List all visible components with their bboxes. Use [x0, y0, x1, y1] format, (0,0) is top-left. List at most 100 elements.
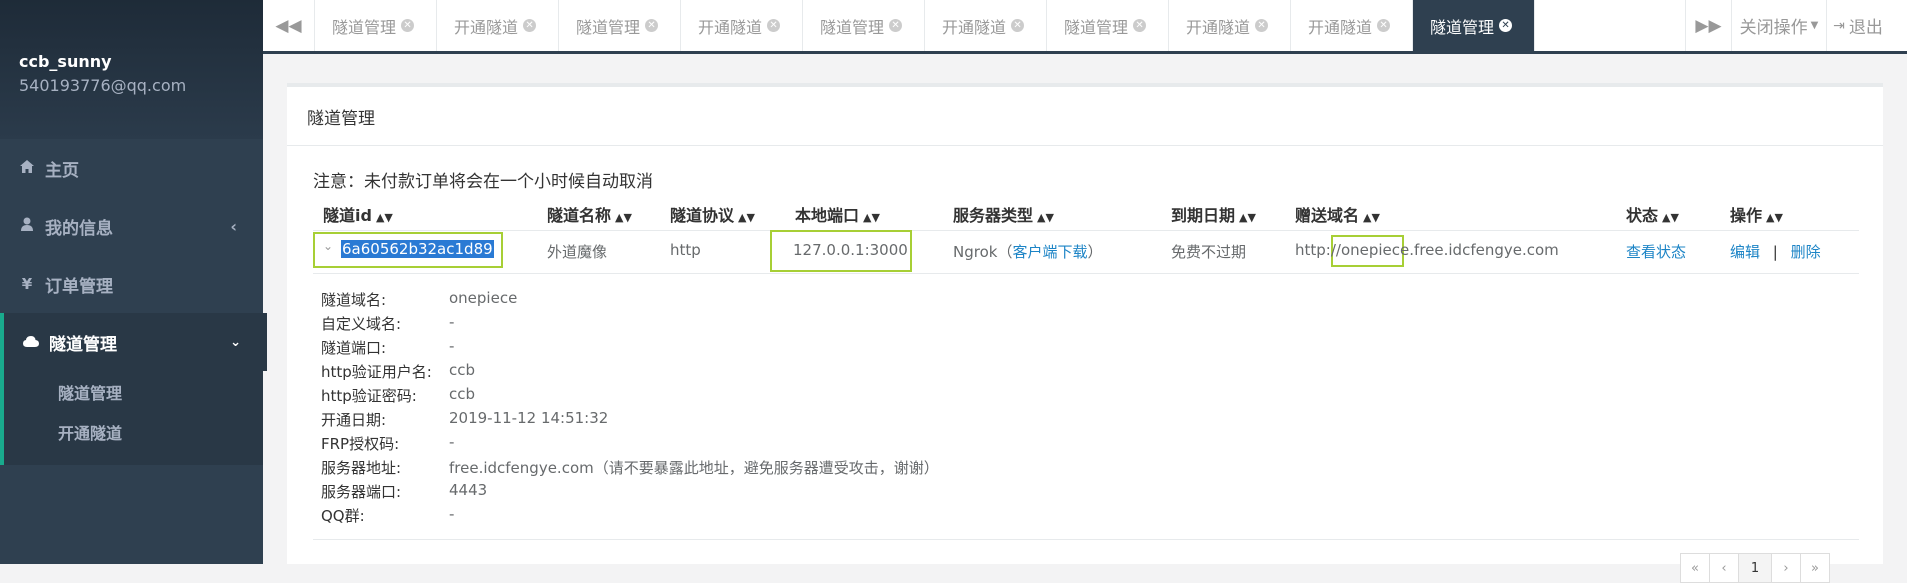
sort-icon: ▲▼	[1037, 211, 1054, 224]
tab-item[interactable]: 开通隧道 ✕	[681, 0, 803, 51]
tabs-scroll-right-button[interactable]: ▶▶	[1685, 0, 1732, 51]
col-header-domain[interactable]: 赠送域名 ▲▼	[1295, 202, 1380, 226]
detail-label: FRP授权码:	[321, 435, 400, 453]
close-operations-dropdown[interactable]: 关闭操作 ▼	[1732, 0, 1827, 51]
chevron-left-icon: ‹	[230, 216, 237, 236]
sort-icon: ▲▼	[1239, 211, 1256, 224]
detail-label: http验证密码:	[321, 387, 417, 405]
close-icon[interactable]: ✕	[1255, 19, 1269, 32]
col-header-server-type[interactable]: 服务器类型 ▲▼	[953, 202, 1054, 226]
logout-button[interactable]: ⇥ 退出	[1827, 0, 1889, 51]
server-type-cell: Ngrok（客户端下载）	[953, 243, 1103, 261]
tab-bar: ◀◀ 隧道管理 ✕ 开通隧道 ✕ 隧道管理 ✕ 开通隧道 ✕ 隧道管理 ✕ 开通隧道 ✕ 隧…	[263, 0, 1907, 54]
subnav-tunnel-manage[interactable]: 隧道管理	[58, 380, 122, 404]
pagination-first-button[interactable]: «	[1680, 553, 1710, 583]
close-icon[interactable]: ✕	[767, 19, 781, 32]
yen-icon: ¥	[21, 275, 33, 293]
pagination-prev-button[interactable]: ‹	[1709, 553, 1739, 583]
detail-label: 隧道端口:	[321, 339, 387, 357]
tunnel-id-cell[interactable]: 6a60562b32ac1d89	[341, 240, 494, 258]
tab-item-active[interactable]: 隧道管理 ✕	[1413, 0, 1535, 51]
detail-value: 4443	[449, 481, 488, 499]
expiry-cell: 免费不过期	[1171, 243, 1247, 261]
col-header-actions[interactable]: 操作 ▲▼	[1730, 202, 1783, 226]
sidebar-item-orders[interactable]: ¥ 订单管理	[0, 255, 263, 313]
tab-item[interactable]: 隧道管理 ✕	[559, 0, 681, 51]
detail-value: ccb	[449, 385, 476, 403]
close-icon[interactable]: ✕	[523, 19, 537, 32]
col-header-tunnel-name[interactable]: 隧道名称 ▲▼	[547, 202, 632, 226]
tunnel-name-cell: 外道魔像	[547, 243, 608, 261]
sidebar-item-label: 我的信息	[45, 218, 113, 239]
tab-item[interactable]: 隧道管理 ✕	[315, 0, 437, 51]
detail-value: onepiece	[449, 289, 518, 307]
notice-text: 注意：未付款订单将会在一个小时候自动取消	[313, 172, 653, 192]
close-icon[interactable]: ✕	[401, 19, 415, 32]
sort-icon: ▲▼	[863, 211, 880, 224]
col-header-tunnel-id[interactable]: 隧道id ▲▼	[323, 202, 393, 226]
detail-value: -	[449, 433, 455, 451]
detail-label: 自定义域名:	[321, 315, 402, 333]
tab-item[interactable]: 开通隧道 ✕	[437, 0, 559, 51]
col-header-status[interactable]: 状态 ▲▼	[1626, 202, 1679, 226]
sort-icon: ▲▼	[1363, 211, 1380, 224]
double-chevron-left-icon: ◀◀	[275, 15, 302, 36]
detail-label: 服务器端口:	[321, 483, 402, 501]
view-status-link[interactable]: 查看状态	[1626, 241, 1686, 262]
profile-email: 540193776@qq.com	[19, 76, 187, 95]
detail-value: -	[449, 337, 455, 355]
tab-item[interactable]: 开通隧道 ✕	[1291, 0, 1413, 51]
pagination-page-1[interactable]: 1	[1738, 553, 1772, 583]
expand-toggle-icon[interactable]: ⌄	[323, 239, 333, 253]
sign-out-icon: ⇥	[1833, 17, 1845, 34]
sidebar-submenu: 隧道管理 开通隧道	[0, 352, 263, 465]
tab-item[interactable]: 隧道管理 ✕	[1047, 0, 1169, 51]
delete-link[interactable]: 删除	[1791, 243, 1821, 261]
pagination-last-button[interactable]: »	[1800, 553, 1830, 583]
close-icon[interactable]: ✕	[1499, 19, 1513, 32]
detail-value: free.idcfengye.com（请不要暴露此地址，避免服务器遭受攻击，谢谢…	[449, 459, 939, 477]
profile-header: ccb_sunny 540193776@qq.com	[0, 0, 263, 139]
tab-item[interactable]: 隧道管理 ✕	[803, 0, 925, 51]
close-icon[interactable]: ✕	[1133, 19, 1147, 32]
subnav-open-tunnel[interactable]: 开通隧道	[58, 420, 122, 444]
close-icon[interactable]: ✕	[645, 19, 659, 32]
col-header-expiry[interactable]: 到期日期 ▲▼	[1171, 202, 1256, 226]
sort-icon: ▲▼	[375, 211, 393, 224]
tunnel-panel: 隧道管理 注意：未付款订单将会在一个小时候自动取消 隧道id ▲▼ 隧道名称 ▲▼ …	[287, 83, 1883, 583]
sidebar-item-my-info[interactable]: 我的信息 ‹	[0, 197, 263, 255]
profile-username[interactable]: ccb_sunny	[19, 52, 112, 71]
detail-label: http验证用户名:	[321, 363, 432, 381]
home-icon	[19, 159, 35, 177]
tab-item[interactable]: 开通隧道 ✕	[925, 0, 1047, 51]
close-icon[interactable]: ✕	[889, 19, 903, 32]
table-divider	[313, 273, 1859, 274]
caret-down-icon: ▼	[1810, 20, 1819, 31]
detail-label: 隧道域名:	[321, 291, 387, 309]
detail-value: 2019-11-12 14:51:32	[449, 409, 609, 427]
client-download-link[interactable]: 客户端下载	[1012, 243, 1087, 261]
panel-title: 隧道管理	[287, 87, 1883, 146]
sidebar-item-label: 主页	[45, 160, 79, 181]
tab-item[interactable]: 开通隧道 ✕	[1169, 0, 1291, 51]
cloud-icon	[23, 333, 39, 351]
tabs-scroll-left-button[interactable]: ◀◀	[263, 0, 315, 51]
double-chevron-right-icon: ▶▶	[1695, 15, 1722, 36]
user-icon	[19, 217, 35, 235]
sidebar-item-home[interactable]: 主页	[0, 139, 263, 197]
detail-label: QQ群:	[321, 507, 365, 525]
close-icon[interactable]: ✕	[1011, 19, 1025, 32]
table-divider	[313, 539, 1859, 540]
col-header-local-port[interactable]: 本地端口 ▲▼	[795, 202, 880, 226]
detail-value: -	[449, 505, 455, 523]
table-divider	[313, 230, 1859, 231]
row-actions: 编辑 | 删除	[1730, 243, 1821, 261]
protocol-cell: http	[670, 241, 701, 259]
edit-link[interactable]: 编辑	[1730, 243, 1760, 261]
local-port-cell: 127.0.0.1:3000	[793, 241, 908, 259]
close-icon[interactable]: ✕	[1377, 19, 1391, 32]
pagination-next-button[interactable]: ›	[1771, 553, 1801, 583]
detail-label: 服务器地址:	[321, 459, 402, 477]
col-header-protocol[interactable]: 隧道协议 ▲▼	[670, 202, 755, 226]
detail-label: 开通日期:	[321, 411, 387, 429]
